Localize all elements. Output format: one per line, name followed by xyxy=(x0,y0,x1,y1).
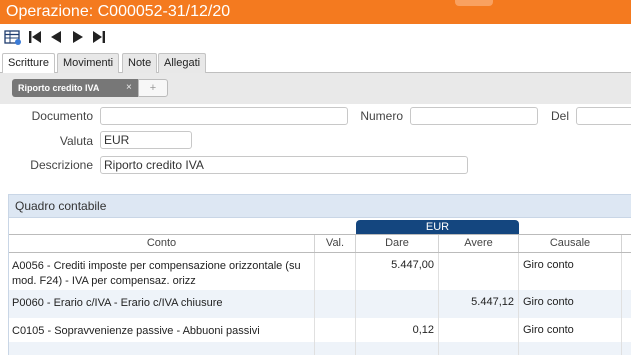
documento-label: Documento xyxy=(31,109,93,123)
col-dare[interactable]: Dare xyxy=(356,235,439,252)
descrizione-label: Descrizione xyxy=(30,158,93,172)
row-val xyxy=(315,253,356,290)
panel-title: Quadro contabile xyxy=(9,194,631,218)
close-icon[interactable]: × xyxy=(126,79,132,97)
next-record-icon[interactable] xyxy=(70,28,86,46)
table-view-icon[interactable] xyxy=(4,28,22,46)
col-conto[interactable]: Conto xyxy=(9,235,315,252)
valuta-field[interactable] xyxy=(100,131,192,149)
row-val xyxy=(315,290,356,318)
previous-record-icon[interactable] xyxy=(48,28,64,46)
row-causale: Giro conto xyxy=(523,296,574,308)
tab-allegati[interactable]: Allegati xyxy=(158,53,207,73)
tab-note[interactable]: Note xyxy=(122,53,158,73)
toolbar xyxy=(0,24,631,50)
table-row[interactable]: A0056 - Crediti imposte per compensazion… xyxy=(9,253,631,290)
descrizione-field[interactable] xyxy=(100,156,468,174)
row-conto: P0060 - Erario c/IVA - Erario c/IVA chiu… xyxy=(12,297,223,309)
tab-movimenti[interactable]: Movimenti xyxy=(57,53,120,73)
del-date-field[interactable] xyxy=(576,107,631,125)
last-record-icon[interactable] xyxy=(90,28,108,46)
row-dare: 0,12 xyxy=(412,324,434,336)
col-val[interactable]: Val. xyxy=(315,235,356,252)
quadro-contabile-panel: Quadro contabile EUR Conto Val. Dare Ave… xyxy=(8,194,631,355)
tab-scritture[interactable]: Scritture xyxy=(2,53,55,74)
subtab-bar: Riporto credito IVA × + xyxy=(0,73,631,104)
add-subtab-button[interactable]: + xyxy=(138,79,168,97)
subtab-riporto-credito-iva[interactable]: Riporto credito IVA × xyxy=(12,79,138,97)
numero-label: Numero xyxy=(360,109,403,123)
documento-field[interactable] xyxy=(100,107,348,125)
tab-bar: Scritture Movimenti Note Allegati xyxy=(0,53,631,74)
col-causale[interactable]: Causale xyxy=(519,235,622,252)
table-row-empty xyxy=(9,342,631,355)
first-record-icon[interactable] xyxy=(26,28,44,46)
row-avere: 5.447,12 xyxy=(471,296,514,308)
row-val xyxy=(315,318,356,342)
valuta-label: Valuta xyxy=(59,134,93,148)
table-row[interactable]: P0060 - Erario c/IVA - Erario c/IVA chiu… xyxy=(9,290,631,318)
numero-field[interactable] xyxy=(410,107,538,125)
table-header: Conto Val. Dare Avere Causale xyxy=(9,234,631,253)
row-dare: 5.447,00 xyxy=(391,259,434,271)
row-causale: Giro conto xyxy=(523,259,574,271)
currency-header: EUR xyxy=(356,220,519,234)
del-label: Del xyxy=(550,109,569,123)
titlebar-handle[interactable] xyxy=(455,0,493,6)
window-title: Operazione: C000052-31/12/20 xyxy=(6,3,231,20)
window-titlebar: Operazione: C000052-31/12/20 xyxy=(0,0,631,24)
row-conto: A0056 - Crediti imposte per compensazion… xyxy=(12,260,301,287)
col-avere[interactable]: Avere xyxy=(439,235,519,252)
row-conto: C0105 - Sopravvenienze passive - Abbuoni… xyxy=(12,325,260,337)
subtab-label: Riporto credito IVA xyxy=(18,83,100,93)
row-causale: Giro conto xyxy=(523,324,574,336)
table-row[interactable]: C0105 - Sopravvenienze passive - Abbuoni… xyxy=(9,318,631,342)
